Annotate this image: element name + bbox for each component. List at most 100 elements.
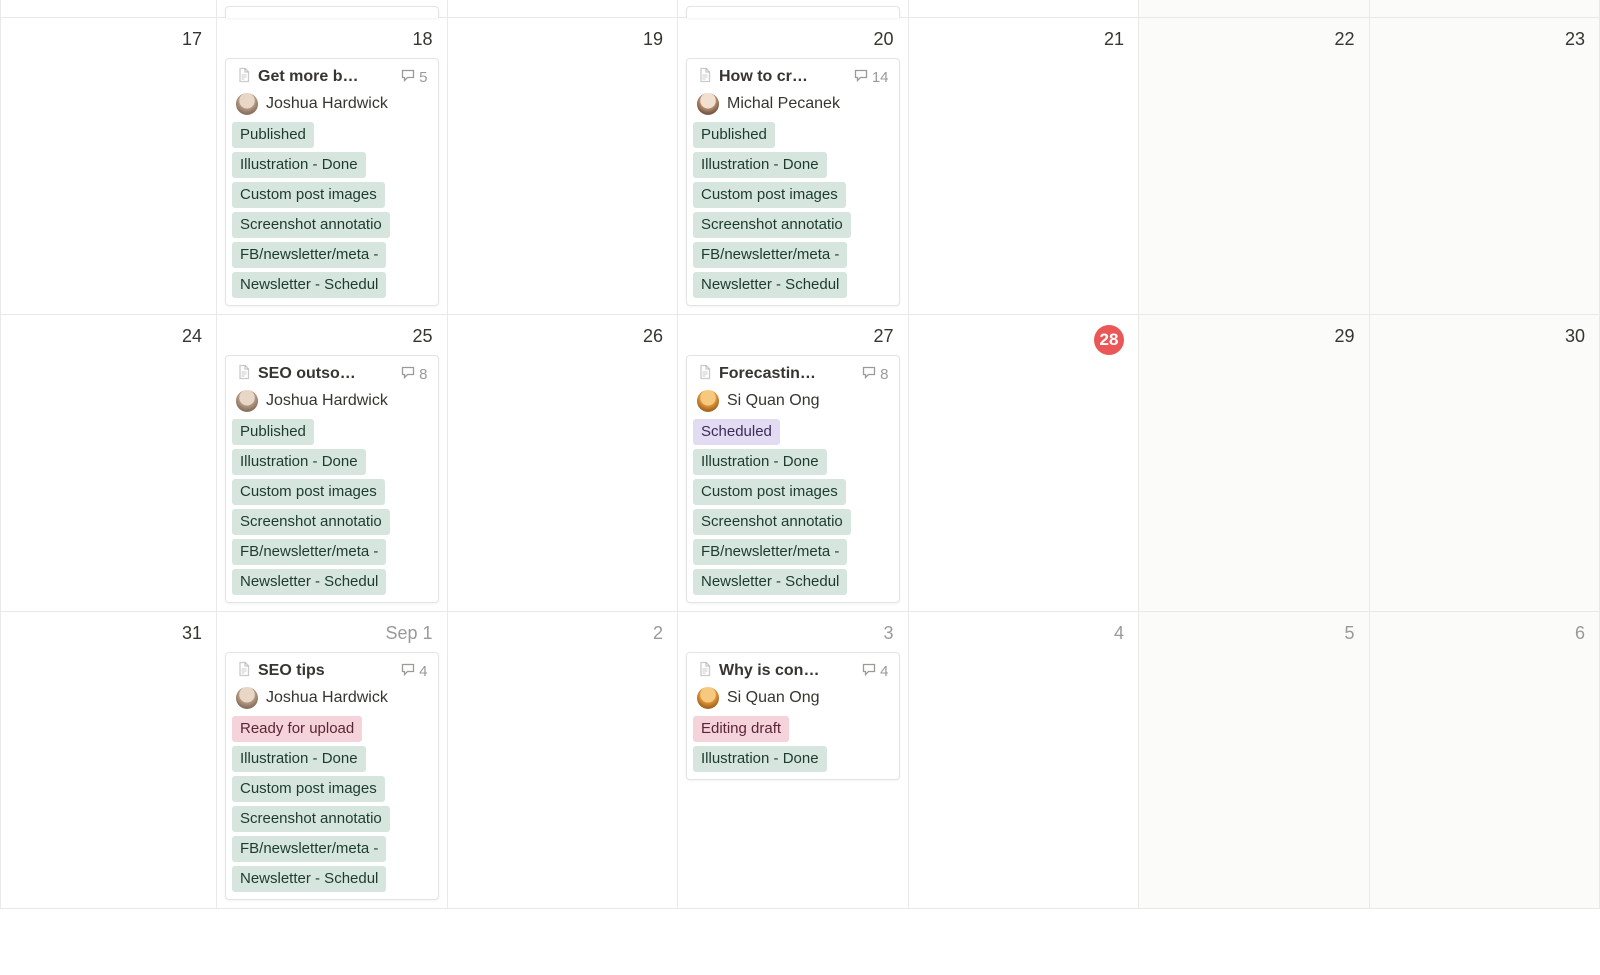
calendar-cell-partial: [909, 0, 1140, 18]
calendar-cell[interactable]: 29: [1139, 315, 1370, 612]
status-tag: Published: [232, 419, 314, 445]
comment-count[interactable]: 4: [861, 661, 888, 681]
day-number: 5: [1147, 618, 1361, 650]
calendar-cell[interactable]: 26: [448, 315, 679, 612]
status-tag: Illustration - Done: [232, 152, 366, 178]
document-icon: [236, 67, 252, 87]
calendar-cell[interactable]: 3Why is con…4Si Quan OngEditing draftIll…: [678, 612, 909, 909]
status-tag: Screenshot annotatio: [693, 509, 851, 535]
status-tag: Published: [232, 122, 314, 148]
avatar: [236, 93, 258, 115]
status-tag: FB/newsletter/meta -: [232, 539, 386, 565]
today-badge: 28: [1094, 325, 1124, 355]
comment-icon: [853, 67, 869, 87]
calendar-cell-partial: [1370, 0, 1600, 18]
calendar-cell[interactable]: 25 SEO outso… 8 Joshua Hardwick Published Ill…: [217, 315, 448, 612]
status-tag: Scheduled: [693, 419, 780, 445]
status-tag: Illustration - Done: [693, 746, 827, 772]
calendar-cell[interactable]: Sep 1SEO tips4Joshua HardwickReady for u…: [217, 612, 448, 909]
status-tag: Custom post images: [232, 776, 385, 802]
calendar-cell[interactable]: 28: [909, 315, 1140, 612]
avatar: [697, 390, 719, 412]
status-tag: Illustration - Done: [693, 152, 827, 178]
calendar-card[interactable]: Get more b… 5 Joshua Hardwick Published Illu…: [225, 58, 439, 306]
card-title: Get more b…: [258, 68, 394, 86]
status-tag: Screenshot annotatio: [232, 509, 390, 535]
calendar-cell[interactable]: 27Forecastin…8Si Quan OngScheduledIllust…: [678, 315, 909, 612]
calendar-cell[interactable]: 20How to cr…14Michal PecanekPublishedIll…: [678, 18, 909, 315]
day-number: 26: [456, 321, 670, 353]
status-tag: Custom post images: [693, 182, 846, 208]
comment-count[interactable]: 5: [400, 67, 427, 87]
author-name: Si Quan Ong: [727, 689, 820, 707]
calendar-cell[interactable]: 6: [1370, 612, 1600, 909]
day-number: 21: [917, 24, 1131, 56]
status-tag: Ready for upload: [232, 716, 362, 742]
document-icon: [697, 364, 713, 384]
calendar-cell[interactable]: 4: [909, 612, 1140, 909]
day-number: 24: [9, 321, 208, 353]
calendar-cell[interactable]: 2: [448, 612, 679, 909]
avatar: [236, 687, 258, 709]
calendar-cell[interactable]: 30: [1370, 315, 1600, 612]
calendar-card[interactable]: SEO tips4Joshua HardwickReady for upload…: [225, 652, 439, 900]
calendar-card[interactable]: SEO outso… 8 Joshua Hardwick Published Illus…: [225, 355, 439, 603]
status-tag: Published: [693, 122, 775, 148]
calendar-cell[interactable]: 21: [909, 18, 1140, 315]
status-tag: Screenshot annotatio: [232, 212, 390, 238]
calendar-cell[interactable]: 17: [0, 18, 217, 315]
comment-count[interactable]: 8: [861, 364, 888, 384]
calendar-cell[interactable]: 23: [1370, 18, 1600, 315]
calendar-card[interactable]: Forecastin…8Si Quan OngScheduledIllustra…: [686, 355, 900, 603]
comment-count[interactable]: 8: [400, 364, 427, 384]
comment-number: 8: [419, 366, 427, 383]
day-number: 22: [1147, 24, 1361, 56]
calendar-card[interactable]: Why is con…4Si Quan OngEditing draftIllu…: [686, 652, 900, 780]
status-tag: Editing draft: [693, 716, 789, 742]
comment-icon: [400, 661, 416, 681]
status-tag: Screenshot annotatio: [232, 806, 390, 832]
calendar-card-partial: [686, 6, 900, 18]
comment-count[interactable]: 14: [853, 67, 889, 87]
status-tag: Custom post images: [232, 182, 385, 208]
comment-icon: [400, 67, 416, 87]
status-tag: Screenshot annotatio: [693, 212, 851, 238]
day-number: Sep 1: [225, 618, 439, 650]
avatar: [697, 93, 719, 115]
status-tag: Illustration - Done: [232, 449, 366, 475]
comment-icon: [861, 364, 877, 384]
status-tag: FB/newsletter/meta -: [232, 836, 386, 862]
day-number: 18: [225, 24, 439, 56]
document-icon: [236, 364, 252, 384]
day-number: 6: [1378, 618, 1592, 650]
comment-number: 8: [880, 366, 888, 383]
calendar-cell-partial: [678, 0, 909, 18]
calendar-cell[interactable]: 22: [1139, 18, 1370, 315]
day-number: 3: [686, 618, 900, 650]
author-name: Joshua Hardwick: [266, 95, 388, 113]
status-tag: FB/newsletter/meta -: [232, 242, 386, 268]
day-number: 25: [225, 321, 439, 353]
card-title: SEO outso…: [258, 365, 394, 383]
calendar-cell[interactable]: 18 Get more b… 5 Joshua Hardwick Published Il…: [217, 18, 448, 315]
status-tag: Newsletter - Schedul: [693, 272, 847, 298]
status-tag: Custom post images: [232, 479, 385, 505]
document-icon: [697, 67, 713, 87]
day-number: 19: [456, 24, 670, 56]
card-title: SEO tips: [258, 662, 394, 680]
document-icon: [697, 661, 713, 681]
day-number: 4: [917, 618, 1131, 650]
calendar-cell-partial: [217, 0, 448, 18]
author-name: Si Quan Ong: [727, 392, 820, 410]
comment-count[interactable]: 4: [400, 661, 427, 681]
author-name: Joshua Hardwick: [266, 392, 388, 410]
status-tag: Newsletter - Schedul: [693, 569, 847, 595]
status-tag: Illustration - Done: [232, 746, 366, 772]
calendar-card[interactable]: How to cr…14Michal PecanekPublishedIllus…: [686, 58, 900, 306]
calendar-cell[interactable]: 19: [448, 18, 679, 315]
calendar-cell[interactable]: 31: [0, 612, 217, 909]
status-tag: Newsletter - Schedul: [232, 272, 386, 298]
calendar-cell[interactable]: 24: [0, 315, 217, 612]
calendar-cell[interactable]: 5: [1139, 612, 1370, 909]
status-tag: FB/newsletter/meta -: [693, 539, 847, 565]
